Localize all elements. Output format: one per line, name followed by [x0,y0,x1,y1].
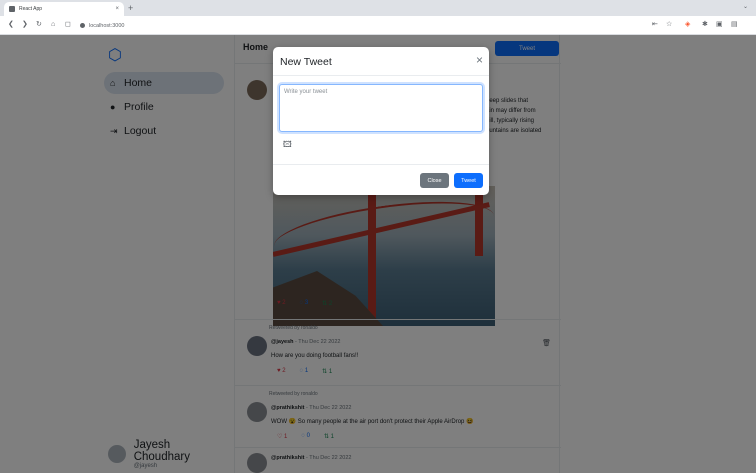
tab-close-icon[interactable]: × [115,6,119,12]
back-arrow-icon[interactable]: ❮ [8,20,14,30]
browser-toolbar: ❮ ❯ ↻ ⌂ ◻ localhost:3000 ⇤ ☆ ◈ ✱ ▣ ▤ [0,16,756,35]
address-bar[interactable]: localhost:3000 [80,19,124,32]
share-icon[interactable]: ⇤ [652,20,658,30]
home-icon[interactable]: ⌂ [51,20,55,30]
extensions-icon[interactable]: ✱ [702,20,708,30]
sidebar-icon[interactable]: ▣ [716,20,723,30]
forward-arrow-icon[interactable]: ❯ [22,20,28,30]
modal-footer: Close Tweet [273,164,489,195]
tab-title: React App [19,6,43,12]
bookmark-icon[interactable]: ◻ [65,20,71,30]
tweet-input[interactable] [279,84,483,132]
new-tab-icon[interactable]: + [128,2,133,14]
reload-icon[interactable]: ↻ [36,20,42,30]
wallet-icon[interactable]: ▤ [731,20,738,30]
browser-tab-strip: React App × + ⌄ [0,0,756,16]
modal-title: New Tweet [280,56,332,68]
site-info-icon[interactable] [80,23,85,28]
favicon-icon [9,6,15,12]
url-text: localhost:3000 [89,22,125,29]
submit-tweet-button[interactable]: Tweet [454,173,483,188]
image-icon[interactable]: 🖾 [283,139,292,153]
modal-header: New Tweet × [273,47,489,76]
new-tweet-modal: New Tweet × 🖾 Close Tweet [273,47,489,195]
bookmark-star-icon[interactable]: ☆ [666,20,672,30]
close-button[interactable]: Close [420,173,449,188]
close-icon[interactable]: × [476,54,483,66]
tab-search-icon[interactable]: ⌄ [743,3,748,10]
browser-tab[interactable]: React App × [4,2,124,16]
brave-shield-icon[interactable]: ◈ [685,20,690,30]
